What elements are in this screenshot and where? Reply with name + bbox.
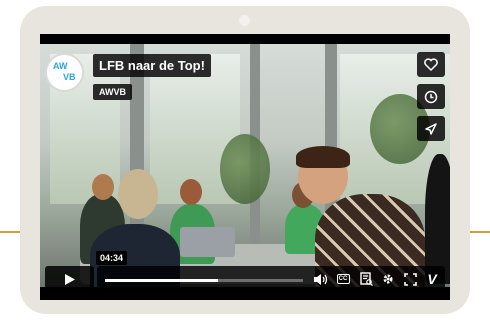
fullscreen-icon	[403, 272, 417, 286]
fullscreen-button[interactable]	[402, 271, 418, 287]
like-button[interactable]	[417, 52, 445, 77]
play-icon	[64, 274, 75, 285]
person-hair	[296, 146, 350, 168]
transcript-icon	[359, 272, 373, 286]
tablet-frame: AW VB LFB naar de Top! AWVB 04:34 CC V	[20, 6, 470, 314]
tablet-camera	[239, 15, 250, 26]
volume-button[interactable]	[312, 271, 328, 287]
volume-icon	[313, 273, 327, 285]
laptop	[180, 227, 235, 257]
gear-icon	[383, 274, 393, 284]
logo-text: AW	[53, 61, 68, 71]
share-icon	[425, 122, 437, 135]
video-player[interactable]: AW VB LFB naar de Top! AWVB 04:34 CC V	[40, 34, 450, 300]
logo-text: VB	[63, 72, 76, 82]
settings-button[interactable]	[380, 271, 396, 287]
vimeo-icon[interactable]: V	[424, 271, 440, 287]
heart-icon	[424, 58, 438, 71]
video-title[interactable]: LFB naar de Top!	[93, 54, 211, 77]
clock-icon	[424, 90, 438, 103]
cc-icon: CC	[336, 274, 350, 284]
timestamp-tooltip: 04:34	[96, 251, 128, 265]
progress-fill	[105, 279, 218, 282]
player-controls: 04:34 CC V	[40, 251, 450, 287]
watch-later-button[interactable]	[417, 84, 445, 109]
video-frame[interactable]: AW VB LFB naar de Top! AWVB 04:34 CC V	[40, 44, 450, 287]
progress-bar[interactable]	[105, 279, 303, 282]
person-head	[118, 169, 158, 219]
channel-name[interactable]: AWVB	[93, 84, 132, 100]
plant	[220, 134, 270, 204]
person-head	[92, 174, 114, 200]
channel-logo[interactable]: AW VB	[45, 53, 84, 92]
captions-button[interactable]: CC	[335, 271, 351, 287]
person-head	[180, 179, 202, 205]
transcript-button[interactable]	[358, 271, 374, 287]
share-button[interactable]	[417, 116, 445, 141]
play-button[interactable]	[45, 266, 94, 287]
